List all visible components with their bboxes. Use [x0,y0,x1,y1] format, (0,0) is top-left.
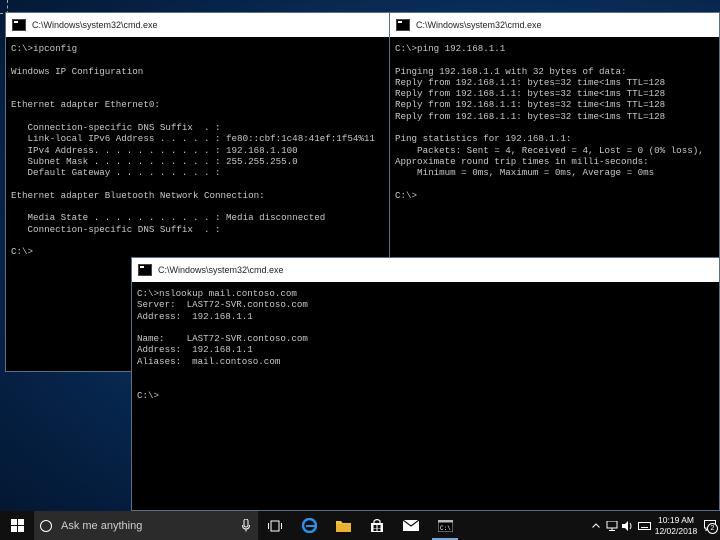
window-title: C:\Windows\system32\cmd.exe [416,20,542,30]
show-hidden-icons-button[interactable] [589,511,603,540]
file-explorer-button[interactable] [326,511,360,540]
window-title: C:\Windows\system32\cmd.exe [32,20,158,30]
mail-icon [403,520,419,531]
input-indicator-button[interactable] [637,511,651,540]
window-titlebar[interactable]: C:\Windows\system32\cmd.exe [390,13,719,37]
console-line: Reply from 192.168.1.1: bytes=32 time<1m… [395,110,666,122]
system-tray: 10:19 AM 12/02/2018 2 [588,511,720,540]
console-line: Link-local IPv6 Address . . . . . : fe80… [11,133,375,145]
console-line: Name: LAST72-SVR.contoso.com [137,333,308,345]
console-line: Media State . . . . . . . . . . . : Medi… [11,212,326,224]
console-output[interactable]: C:\>ping 192.168.1.1 Pinging 192.168.1.1 … [390,37,719,207]
console-line: Server: LAST72-SVR.contoso.com [137,299,308,311]
chevron-up-icon [592,523,600,528]
console-line: Subnet Mask . . . . . . . . . . . : 255.… [11,155,298,167]
clock-time: 10:19 AM [658,514,694,525]
console-line: Address: 192.168.1.1 [137,310,253,322]
console-line: C:\> [395,189,418,201]
action-center-button[interactable]: 2 [700,511,720,540]
window-titlebar[interactable]: C:\Windows\system32\cmd.exe [132,258,719,282]
edge-button[interactable] [292,511,326,540]
taskbar: Ask me anything C:\ 10:19 AM 12/02/2018 … [0,511,720,540]
volume-button[interactable] [621,511,635,540]
network-button[interactable] [605,511,619,540]
cortana-search-icon [40,519,52,532]
console-line: Pinging 192.168.1.1 with 32 bytes of dat… [395,65,627,77]
file-explorer-icon [335,520,351,532]
console-line: Minimum = 0ms, Maximum = 0ms, Average = … [395,167,655,179]
cmd-window-ping[interactable]: C:\Windows\system32\cmd.exe C:\>ping 192… [389,12,720,258]
console-line: Reply from 192.168.1.1: bytes=32 time<1m… [395,88,666,100]
console-output[interactable]: C:\>ipconfig Windows IP Configuration Ethe… [6,37,392,264]
store-button[interactable] [360,511,394,540]
cmd-window-nslookup[interactable]: C:\Windows\system32\cmd.exe C:\>nslookup… [131,257,720,511]
console-line: Connection-specific DNS Suffix . : [11,122,221,134]
console-line: Aliases: mail.contoso.com [137,355,281,367]
console-line: IPv4 Address. . . . . . . . . . . : 192.… [11,144,298,156]
cmd-icon [138,264,152,276]
task-view-icon [268,520,282,531]
edge-browser-icon [301,518,317,533]
clock-button[interactable]: 10:19 AM 12/02/2018 [652,515,700,537]
console-line: Packets: Sent = 4, Received = 4, Lost = … [395,144,704,156]
notification-count-badge: 2 [707,523,718,534]
console-line: Reply from 192.168.1.1: bytes=32 time<1m… [395,76,666,88]
console-line: Default Gateway . . . . . . . . . : [11,167,221,179]
console-line: Ping statistics for 192.168.1.1: [395,133,572,145]
start-button[interactable] [0,511,34,540]
console-line: Approximate round trip times in milli-se… [395,155,649,167]
console-line: Reply from 192.168.1.1: bytes=32 time<1m… [395,99,666,111]
windows-start-icon [10,519,24,532]
console-line: Ethernet adapter Bluetooth Network Conne… [11,189,265,201]
cmd-icon [12,19,26,31]
console-line: C:\>ipconfig [11,43,78,54]
search-box[interactable]: Ask me anything [34,511,258,540]
console-line: C:\>ping 192.168.1.1 [395,43,506,54]
console-line: Windows IP Configuration [11,65,144,77]
keyboard-icon [637,521,651,530]
console-line: C:\>nslookup mail.contoso.com [137,288,297,299]
cmd-taskbar-button[interactable]: C:\ [428,511,462,540]
mail-button[interactable] [394,511,428,540]
search-placeholder: Ask me anything [61,519,143,532]
console-line: C:\> [137,389,160,401]
svg-text:C:\: C:\ [440,525,451,532]
cmd-icon: C:\ [437,519,453,532]
cmd-icon [396,19,410,31]
speaker-icon [622,520,632,531]
console-line: Ethernet adapter Ethernet0: [11,99,160,111]
console-output[interactable]: C:\>nslookup mail.contoso.com Server: LAS… [132,282,719,407]
network-icon [606,520,618,531]
clock-date: 12/02/2018 [654,525,698,536]
console-line: C:\> [11,246,34,258]
microphone-icon[interactable] [242,519,250,532]
window-title: C:\Windows\system32\cmd.exe [158,265,284,275]
window-titlebar[interactable]: C:\Windows\system32\cmd.exe [6,13,392,37]
task-view-button[interactable] [258,511,292,540]
console-line: Address: 192.168.1.1 [137,344,253,356]
store-icon [371,518,383,532]
console-line: Connection-specific DNS Suffix . : [11,223,221,235]
